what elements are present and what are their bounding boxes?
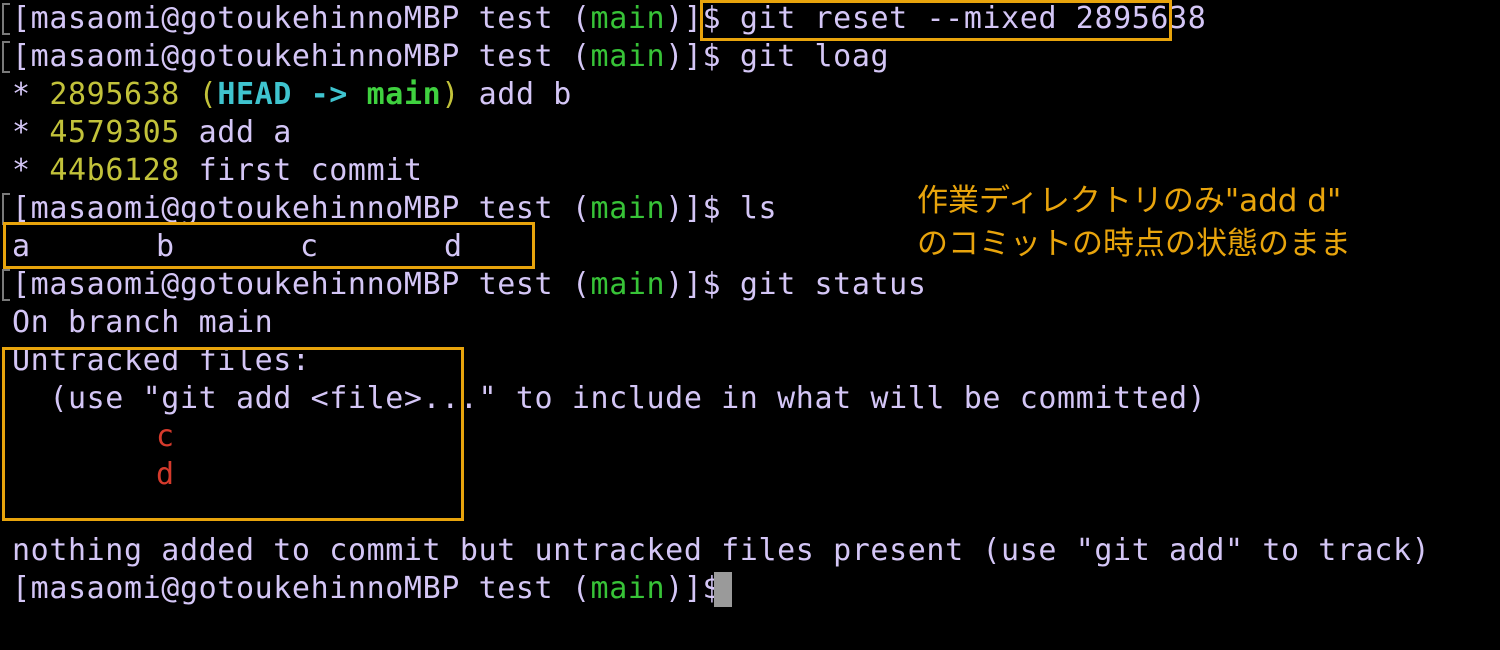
commit-hash: 44b6128 bbox=[49, 153, 180, 188]
prompt-dir: test bbox=[478, 1, 554, 36]
prompt-marker bbox=[2, 3, 10, 35]
head-ref: HEAD bbox=[217, 77, 292, 112]
status-branch-line: On branch main bbox=[12, 305, 274, 340]
highlight-ls-output bbox=[3, 222, 535, 269]
prompt-marker bbox=[2, 193, 10, 225]
terminal-cursor bbox=[714, 572, 732, 607]
commit-message: first commit bbox=[198, 153, 423, 188]
command-status: git status bbox=[739, 267, 927, 302]
prompt-user-host: masaomi@gotoukehinnoMBP bbox=[30, 191, 460, 226]
ref-arrow: -> bbox=[310, 77, 348, 112]
commit-message: add b bbox=[478, 77, 572, 112]
prompt-branch: main bbox=[590, 191, 666, 226]
highlight-reset-command bbox=[700, 0, 1172, 41]
annotation-line-1: 作業ディレクトリのみ"add d" bbox=[917, 183, 1342, 219]
terminal-line-status: [masaomi@gotoukehinnoMBP test (main)]$ g… bbox=[12, 267, 927, 302]
terminal-line-log: [masaomi@gotoukehinnoMBP test (main)]$ g… bbox=[12, 39, 890, 74]
prompt-branch: main bbox=[590, 1, 666, 36]
prompt-user-host: masaomi@gotoukehinnoMBP bbox=[30, 1, 460, 36]
log-entry: * 4579305 add a bbox=[12, 115, 292, 150]
log-entry: * 44b6128 first commit bbox=[12, 153, 423, 188]
terminal-window[interactable]: [masaomi@gotoukehinnoMBP test (main)]$ g… bbox=[0, 0, 1500, 650]
highlight-untracked-files bbox=[2, 347, 464, 521]
status-summary: nothing added to commit but untracked fi… bbox=[12, 533, 1431, 568]
command-ls: ls bbox=[739, 191, 778, 226]
prompt-marker bbox=[2, 41, 10, 73]
prompt-marker bbox=[2, 269, 10, 301]
prompt-user-host: masaomi@gotoukehinnoMBP bbox=[30, 267, 460, 302]
command-log: git loag bbox=[739, 39, 890, 74]
prompt-branch: main bbox=[590, 39, 666, 74]
annotation-line-2: のコミットの時点の状態のまま bbox=[917, 226, 1351, 262]
log-entry: * 2895638 (HEAD -> main) add b bbox=[12, 77, 572, 112]
prompt-dir: test bbox=[478, 571, 554, 606]
prompt-branch: main bbox=[590, 571, 666, 606]
prompt-suffix: $ bbox=[702, 191, 722, 226]
prompt-dir: test bbox=[478, 39, 554, 74]
prompt-user-host: masaomi@gotoukehinnoMBP bbox=[30, 571, 460, 606]
commit-hash: 4579305 bbox=[49, 115, 180, 150]
prompt-user-host: masaomi@gotoukehinnoMBP bbox=[30, 39, 460, 74]
prompt-dir: test bbox=[478, 267, 554, 302]
commit-message: add a bbox=[198, 115, 292, 150]
prompt-suffix: $ bbox=[702, 267, 722, 302]
prompt-dir: test bbox=[478, 191, 554, 226]
terminal-line-prompt[interactable]: [masaomi@gotoukehinnoMBP test (main)]$ bbox=[12, 570, 721, 608]
commit-hash: 2895638 bbox=[49, 77, 180, 112]
prompt-branch: main bbox=[590, 267, 666, 302]
prompt-suffix: $ bbox=[702, 39, 722, 74]
branch-ref: main bbox=[366, 77, 442, 112]
